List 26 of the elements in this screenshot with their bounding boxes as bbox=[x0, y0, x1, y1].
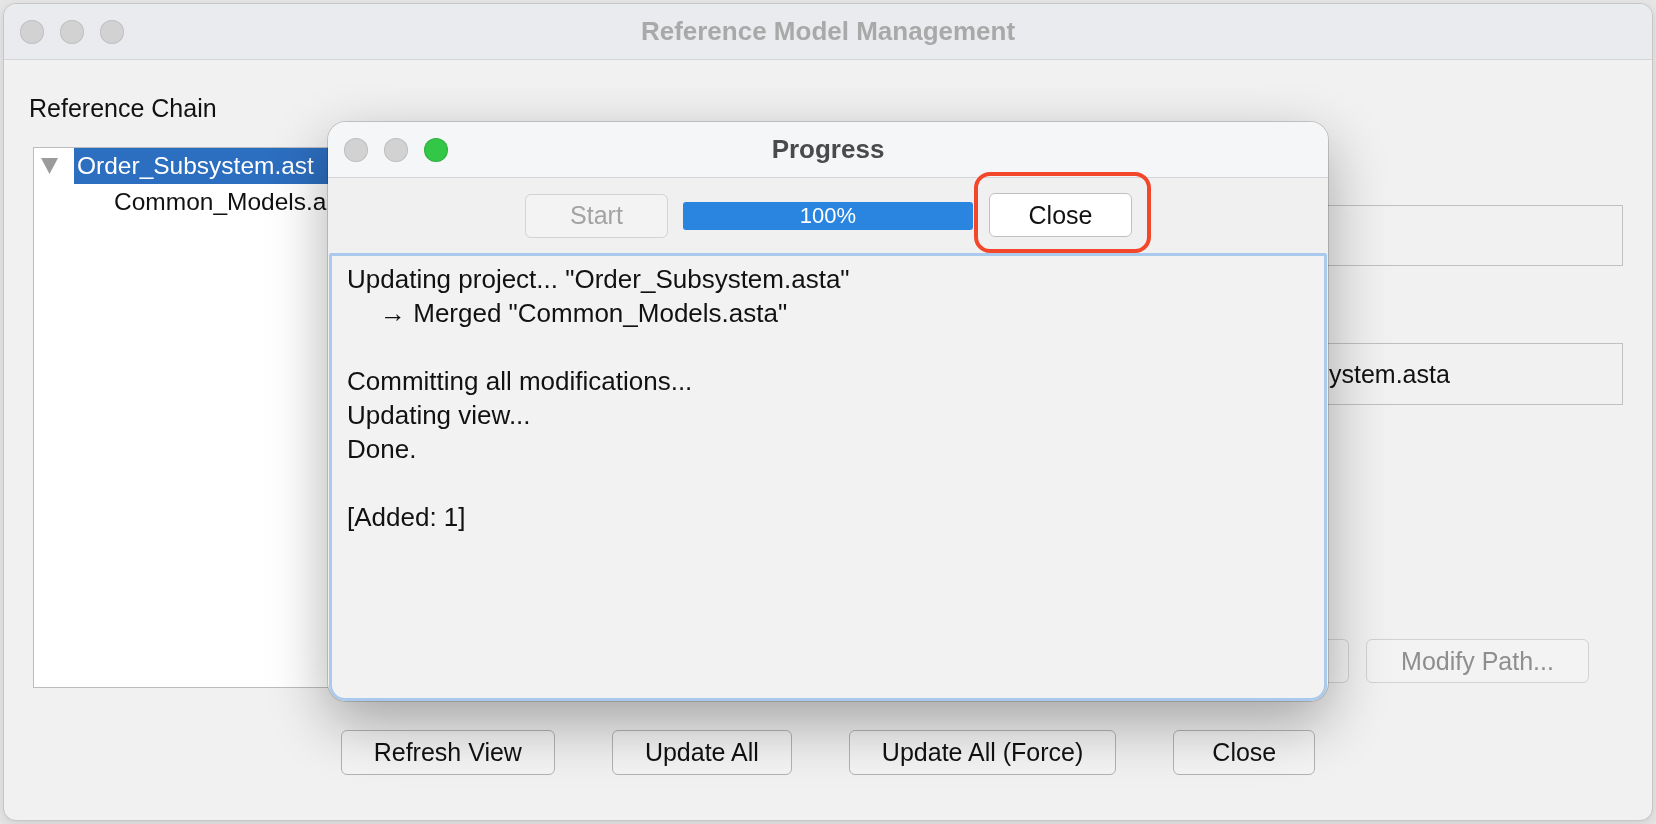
tree-item[interactable]: Order_Subsystem.ast bbox=[74, 148, 328, 184]
dialog-button[interactable]: Update All (Force) bbox=[848, 730, 1117, 775]
progress-reading: 100% bbox=[799, 203, 857, 228]
section-label: Reference Chain bbox=[29, 93, 217, 123]
close-window-button[interactable] bbox=[344, 137, 368, 162]
dialog-title: Progress bbox=[771, 134, 885, 165]
dialog-button[interactable]: Close bbox=[1173, 730, 1316, 775]
window-title: Reference Model Management bbox=[640, 16, 1016, 47]
close-window-button[interactable] bbox=[20, 19, 44, 44]
disclosure-triangle-icon[interactable] bbox=[41, 158, 58, 174]
zoom-window-button[interactable] bbox=[424, 137, 448, 162]
log-line: [Added: 1] bbox=[347, 501, 467, 534]
log-line: Done. bbox=[347, 433, 418, 466]
dialog-button[interactable]: Refresh View bbox=[340, 730, 555, 775]
text-field[interactable] bbox=[1328, 205, 1623, 266]
tree-item[interactable]: Common_Models.a bbox=[111, 184, 328, 220]
dialog-button[interactable]: Update All bbox=[611, 730, 792, 775]
minimize-window-button[interactable] bbox=[60, 19, 84, 44]
close-button[interactable]: Close bbox=[989, 193, 1132, 237]
log-line: Updating project... "Order_Subsystem.asta" bbox=[347, 263, 851, 296]
text-field[interactable]: ystem.asta bbox=[1328, 343, 1623, 405]
log-detail-line: → Merged "Common_Models.asta" bbox=[379, 297, 789, 330]
log-line: Updating view... bbox=[347, 399, 532, 432]
zoom-window-button[interactable] bbox=[100, 19, 124, 44]
minimize-window-button[interactable] bbox=[384, 137, 408, 162]
log-line: Committing all modifications... bbox=[347, 365, 694, 398]
